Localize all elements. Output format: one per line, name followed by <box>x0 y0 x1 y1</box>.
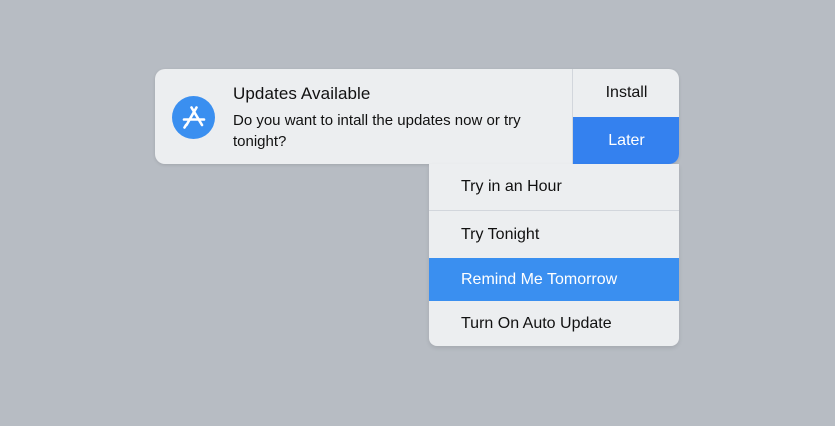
menu-item-remind-me-tomorrow[interactable]: Remind Me Tomorrow <box>429 258 679 301</box>
menu-item-turn-on-auto-update[interactable]: Turn On Auto Update <box>429 301 679 346</box>
later-button[interactable]: Later <box>573 117 679 164</box>
later-dropdown-menu: Try in an Hour Try Tonight Remind Me Tom… <box>429 164 679 346</box>
notification-title: Updates Available <box>233 84 371 103</box>
menu-item-try-in-an-hour[interactable]: Try in an Hour <box>429 164 679 211</box>
app-store-icon <box>172 96 215 139</box>
notification-actions: Install Later <box>572 69 679 164</box>
menu-item-try-tonight[interactable]: Try Tonight <box>429 211 679 258</box>
notification-message: Do you want to intall the updates now or… <box>233 112 521 150</box>
install-button[interactable]: Install <box>573 69 679 118</box>
app-store-glyph <box>182 105 205 129</box>
update-notification: Updates Available Do you want to intall … <box>155 69 679 164</box>
